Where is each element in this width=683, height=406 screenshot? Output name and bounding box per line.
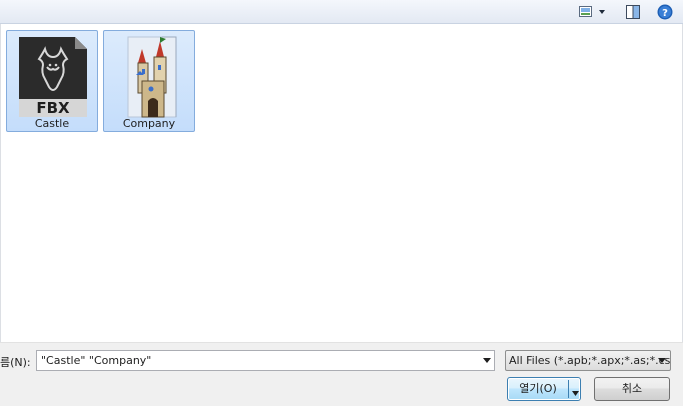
file-item-castle[interactable]: FBX Castle xyxy=(6,30,98,132)
chevron-down-icon[interactable] xyxy=(481,354,493,366)
filename-label: 름(N): xyxy=(0,356,31,369)
open-button-label: 열기(O) xyxy=(519,382,557,395)
svg-text:?: ? xyxy=(662,8,668,19)
help-icon[interactable]: ? xyxy=(657,4,673,20)
castle-thumbnail xyxy=(114,35,186,119)
file-list[interactable]: FBX Castle Company xyxy=(0,24,683,342)
file-label-castle: Castle xyxy=(34,117,70,130)
chevron-down-icon[interactable] xyxy=(656,354,668,366)
chevron-down-icon[interactable] xyxy=(571,384,580,396)
cancel-button[interactable]: 취소 xyxy=(594,377,670,401)
dialog-footer: 름(N): "Castle" "Company" All Files (*.ap… xyxy=(0,342,683,406)
preview-pane-icon[interactable] xyxy=(625,4,641,20)
fbx-file-icon: FBX xyxy=(17,35,89,119)
filetype-select[interactable]: All Files (*.apb;*.apx;*.as;*.csv;* xyxy=(505,350,671,371)
view-menu-icon[interactable] xyxy=(578,4,606,20)
toolbar: ? xyxy=(0,0,683,24)
filename-input[interactable]: "Castle" "Company" xyxy=(36,350,495,371)
fbx-badge: FBX xyxy=(36,99,70,117)
split-divider xyxy=(568,380,569,398)
file-label-company: Company xyxy=(122,117,176,130)
open-button[interactable]: 열기(O) xyxy=(507,377,581,401)
file-item-company[interactable]: Company xyxy=(103,30,195,132)
